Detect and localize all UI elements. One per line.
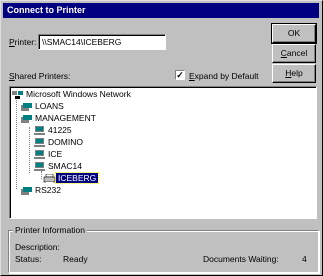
computer-icon bbox=[33, 125, 46, 136]
tree-item-ice[interactable]: ICE bbox=[33, 149, 64, 160]
tree-item-domino[interactable]: DOMINO bbox=[33, 137, 85, 148]
domain-icon bbox=[20, 102, 33, 112]
tree-item-loans[interactable]: LOANS bbox=[20, 101, 66, 112]
tree-item-41225[interactable]: 41225 bbox=[33, 125, 74, 136]
documents-waiting-label: Documents Waiting: bbox=[203, 254, 279, 264]
documents-waiting-value: 4 bbox=[302, 254, 307, 264]
ok-button[interactable]: OK bbox=[271, 23, 317, 44]
shared-printers-tree[interactable]: Microsoft Windows Network LOANS MANAGEME… bbox=[9, 86, 317, 219]
tree-item-iceberg[interactable]: ICEBERG bbox=[43, 172, 100, 185]
description-label: Description: bbox=[15, 242, 60, 252]
domain-icon bbox=[20, 114, 33, 124]
domain-icon bbox=[20, 186, 33, 196]
window-title: Connect to Printer bbox=[3, 3, 319, 18]
computer-icon bbox=[33, 137, 46, 148]
printer-icon bbox=[43, 173, 56, 184]
tree-item-rs232[interactable]: RS232 bbox=[20, 185, 63, 196]
tree-item-management[interactable]: MANAGEMENT bbox=[20, 113, 98, 124]
network-icon bbox=[11, 90, 24, 100]
computer-icon bbox=[33, 149, 46, 160]
computer-icon bbox=[33, 161, 46, 172]
expand-by-default-checkbox[interactable]: ✓ bbox=[175, 70, 185, 80]
shared-printers-label: Shared Printers: bbox=[9, 71, 71, 81]
cancel-button[interactable]: Cancel bbox=[272, 44, 316, 63]
printer-input[interactable]: \\SMAC14\ICEBERG bbox=[38, 34, 166, 50]
status-value: Ready bbox=[63, 254, 88, 264]
help-button[interactable]: Help bbox=[272, 64, 316, 83]
connect-to-printer-dialog: Connect to Printer Printer: \\SMAC14\ICE… bbox=[0, 0, 323, 276]
expand-by-default-label[interactable]: Expand by Default bbox=[189, 71, 258, 81]
status-label: Status: bbox=[15, 254, 42, 264]
printer-label: Printer: bbox=[9, 37, 37, 47]
printer-information-label: Printer Information bbox=[13, 225, 87, 235]
tree-item-smac14[interactable]: SMAC14 bbox=[33, 161, 84, 172]
tree-item-network[interactable]: Microsoft Windows Network bbox=[11, 89, 133, 100]
